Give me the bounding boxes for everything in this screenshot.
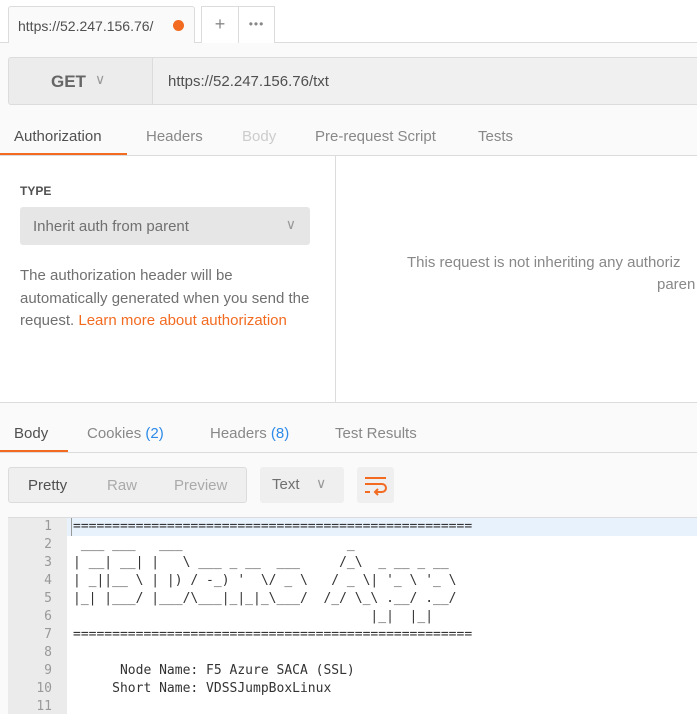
inherit-message-line1: This request is not inheriting any autho… (407, 254, 681, 271)
view-mode-group: Pretty Raw Preview (8, 467, 247, 503)
code-line: ___ ___ ___ _ (73, 537, 355, 552)
tab-cookies-label: Cookies (87, 425, 142, 442)
url-value: https://52.247.156.76/txt (168, 73, 329, 90)
more-icon: ••• (248, 17, 265, 31)
auth-type-select[interactable]: Inherit auth from parent ∨ (20, 207, 310, 245)
tab-pre-request-script[interactable]: Pre-request Script (315, 128, 436, 145)
new-tab-button[interactable]: + (201, 6, 239, 43)
inherit-message-line2: paren (657, 276, 696, 293)
type-label: TYPE (20, 184, 52, 198)
raw-button[interactable]: Raw (107, 477, 137, 494)
code-line: ========================================… (73, 519, 473, 534)
auth-type-value: Inherit auth from parent (33, 218, 189, 235)
chevron-down-icon: ∨ (316, 475, 327, 491)
line-number: 11 (36, 699, 52, 714)
request-tab[interactable]: https://52.247.156.76/ (8, 6, 195, 43)
tab-body[interactable]: Body (242, 128, 276, 145)
request-tab-title: https://52.247.156.76/ (18, 18, 154, 34)
format-value: Text (272, 476, 300, 493)
code-line: |_| |_| (73, 609, 434, 624)
cookies-count: (2) (145, 425, 164, 442)
preview-button[interactable]: Preview (174, 477, 227, 494)
learn-more-link[interactable]: Learn more about authorization (78, 312, 286, 329)
line-number: 2 (44, 537, 52, 552)
chevron-down-icon: ∨ (285, 216, 296, 232)
line-number: 3 (44, 555, 52, 570)
tab-headers-label: Headers (210, 425, 267, 442)
line-number: 1 (44, 519, 52, 534)
code-line: Short Name: VDSSJumpBoxLinux (73, 681, 332, 696)
line-number: 7 (44, 627, 52, 642)
line-number: 8 (44, 645, 52, 660)
wrap-lines-button[interactable] (357, 467, 394, 503)
line-number: 5 (44, 591, 52, 606)
tab-authorization[interactable]: Authorization (14, 128, 102, 145)
tab-test-results[interactable]: Test Results (335, 425, 417, 442)
method-value: GET (51, 72, 86, 91)
code-line: Node Name: F5 Azure SACA (SSL) (73, 663, 355, 678)
url-input[interactable]: https://52.247.156.76/txt (152, 57, 697, 105)
headers-count: (8) (270, 425, 290, 442)
plus-icon: + (214, 14, 226, 34)
divider (0, 452, 697, 453)
line-number: 4 (44, 573, 52, 588)
tab-response-headers[interactable]: Headers (8) (210, 425, 289, 442)
tab-tests[interactable]: Tests (478, 128, 513, 145)
divider (335, 156, 336, 403)
line-number: 10 (36, 681, 52, 696)
line-number: 9 (44, 663, 52, 678)
pretty-button[interactable]: Pretty (28, 477, 67, 494)
text-cursor (71, 518, 72, 536)
auth-description: The authorization header will be automat… (20, 265, 320, 333)
unsaved-dot-icon (173, 20, 184, 31)
code-line: | __| __| | \ ___ _ __ ___ /_\ _ __ _ __ (73, 555, 449, 570)
chevron-down-icon: ∨ (95, 71, 106, 87)
method-select[interactable]: GET ∨ (8, 57, 153, 105)
more-tabs-button[interactable]: ••• (238, 6, 275, 43)
wrap-lines-icon (365, 477, 387, 496)
tab-cookies[interactable]: Cookies (2) (87, 425, 164, 442)
code-line: |_| |___/ |___/\___|_|_|_\___/ /_/ \_\ .… (73, 591, 457, 606)
line-number: 6 (44, 609, 52, 624)
code-line: ========================================… (73, 627, 473, 642)
tab-response-body[interactable]: Body (14, 425, 48, 442)
tab-headers[interactable]: Headers (146, 128, 203, 145)
format-select[interactable]: Text ∨ (260, 467, 344, 503)
code-line: | _||__ \ | |) / -_) ' \/ _ \ / _ \| '_ … (73, 573, 457, 588)
